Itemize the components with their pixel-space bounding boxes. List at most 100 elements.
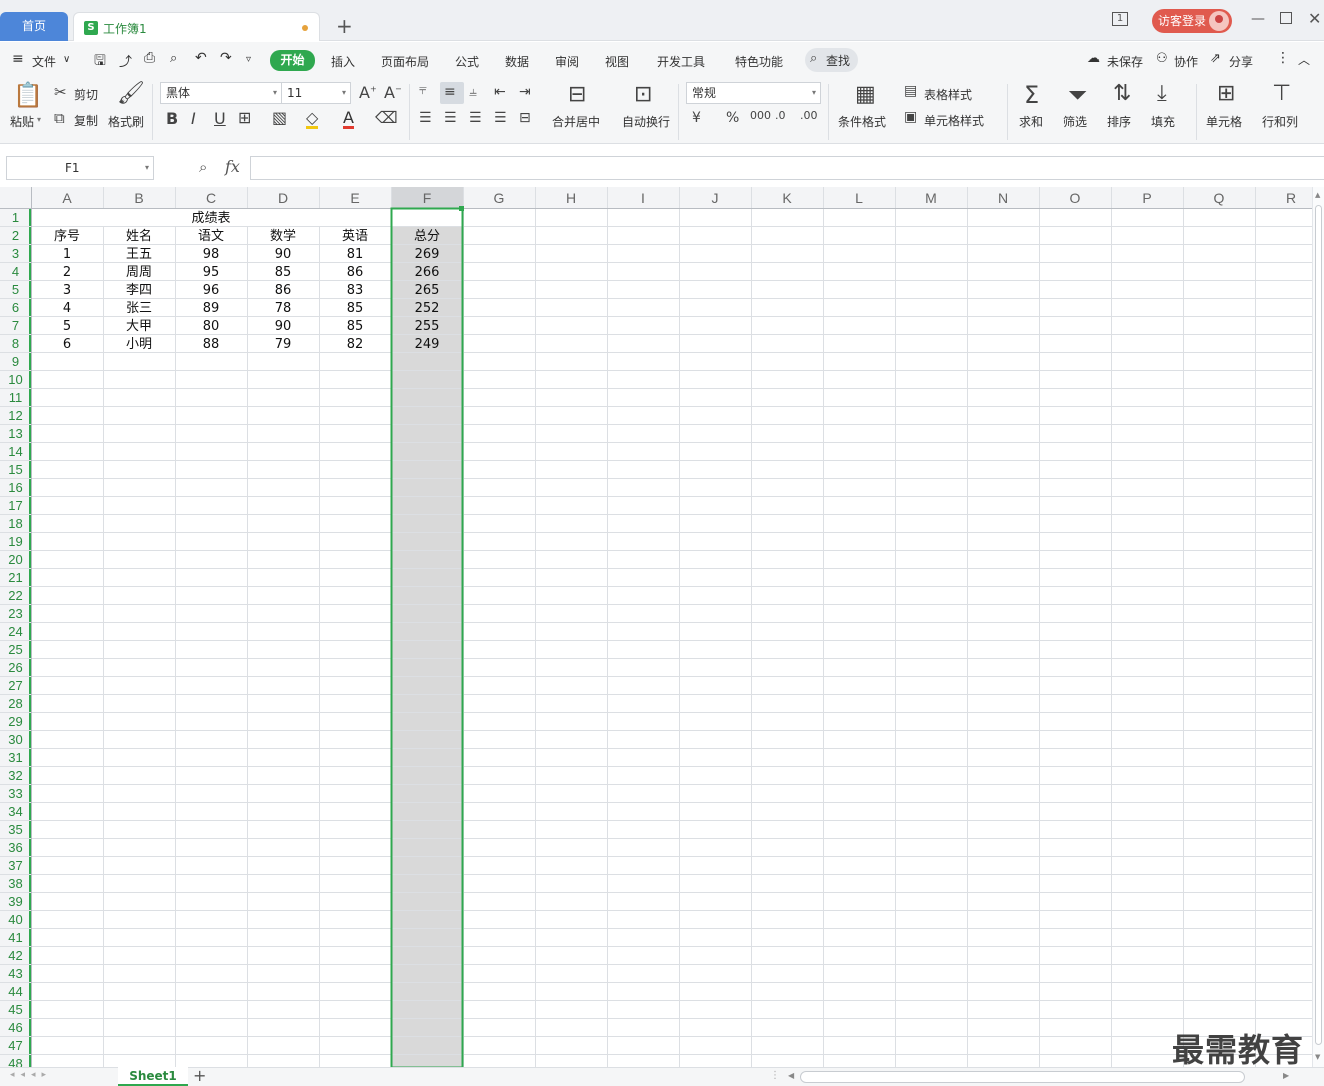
row-header[interactable]: 25 [8,642,22,657]
row-header[interactable]: 41 [8,930,22,945]
hamburger-icon[interactable]: ≡ [12,51,24,67]
column-header-j[interactable]: J [712,190,719,206]
column-header-c[interactable]: C [206,190,216,206]
menu-tab-data[interactable]: 数据 [505,53,529,70]
cell-button[interactable]: 单元格 [1206,113,1242,130]
column-header-q[interactable]: Q [1214,190,1225,206]
add-sheet-icon[interactable]: + [193,1066,206,1085]
row-header[interactable]: 40 [8,912,22,927]
split-handle-icon[interactable]: ⋮ [770,1070,780,1081]
sheet-tab-sheet1[interactable]: Sheet1 [118,1067,188,1086]
grid-canvas[interactable]: A B C D E F G H I J K L M N O P Q R1234567891011121314151… [0,187,1312,1067]
column-header-r[interactable]: R [1286,190,1296,206]
row-header[interactable]: 9 [12,354,19,369]
number-format-select[interactable]: 常规 ▾ [686,82,821,104]
fill-button[interactable]: 填充 [1151,113,1175,130]
login-button[interactable]: 访客登录 [1152,9,1232,33]
row-header[interactable]: 44 [8,984,22,999]
row-header[interactable]: 29 [8,714,22,729]
zoom-icon[interactable]: ⌕ [199,158,207,176]
fill-pattern-icon[interactable]: ▧ [272,110,287,126]
conditional-format-icon[interactable]: ▦ [855,84,876,106]
row-header[interactable]: 34 [8,804,22,819]
name-box[interactable]: F1 ▾ [6,156,154,180]
horizontal-scrollbar[interactable] [800,1071,1245,1083]
increase-decimal-icon[interactable]: .0 [775,110,786,121]
border-icon[interactable]: ⊞ [238,110,251,126]
row-col-icon[interactable]: ⊤ [1272,83,1291,105]
menu-tab-review[interactable]: 审阅 [555,53,579,70]
row-header[interactable]: 28 [8,696,22,711]
column-header-g[interactable]: G [494,190,505,206]
percent-icon[interactable]: % [726,111,739,125]
filter-icon[interactable]: ⏷ [1068,83,1087,107]
currency-icon[interactable]: ¥ [692,111,701,125]
row-header[interactable]: 26 [8,660,22,675]
thousands-icon[interactable]: 000 [750,110,771,121]
cell-style-icon[interactable]: ▣ [904,110,917,124]
fill-icon[interactable]: ⤓ [1157,83,1167,105]
wrap-text-icon[interactable]: ⊡ [634,84,652,106]
column-header-b[interactable]: B [134,190,143,206]
row-header[interactable]: 3 [12,246,19,261]
export-icon[interactable]: ⤴ [119,51,132,70]
row-header[interactable]: 15 [8,462,22,477]
fill-handle[interactable] [459,206,464,211]
align-right-icon[interactable]: ☰ [469,111,482,125]
minimize-icon[interactable]: — [1251,11,1265,27]
menu-tab-features[interactable]: 特色功能 [735,53,783,70]
menu-tab-page-layout[interactable]: 页面布局 [381,53,429,70]
row-header[interactable]: 12 [8,408,22,423]
align-left-icon[interactable]: ☰ [419,111,432,125]
menu-tab-formula[interactable]: 公式 [455,53,479,70]
print-preview-icon[interactable]: ⌕ [170,51,177,66]
row-header[interactable]: 37 [8,858,22,873]
row-header[interactable]: 7 [12,318,19,333]
sort-icon[interactable]: ⇅ [1113,83,1131,105]
filter-button[interactable]: 筛选 [1063,113,1087,130]
paste-button[interactable]: 粘贴 [10,113,34,130]
row-header[interactable]: 23 [8,606,22,621]
unsaved-status[interactable]: 未保存 [1107,53,1143,70]
increase-font-icon[interactable]: A+ [359,85,377,101]
row-header[interactable]: 5 [12,282,19,297]
menu-tab-developer[interactable]: 开发工具 [657,53,705,70]
align-bottom-icon[interactable]: ⫨ [469,85,477,99]
row-header[interactable]: 10 [8,372,22,387]
distributed-icon[interactable]: ⊟ [519,111,531,125]
row-header[interactable]: 17 [8,498,22,513]
column-header-l[interactable]: L [855,190,863,206]
spreadsheet-grid[interactable]: A B C D E F G H I J K L M N O P Q R 1 2 3 4 5 6 7 8 9 10 11 12 13 14 15 1… [0,187,1312,1067]
merge-center-button[interactable]: 合并居中 [552,113,600,130]
row-header[interactable]: 2 [12,228,19,243]
row-header[interactable]: 4 [12,264,19,279]
row-header[interactable]: 46 [8,1020,22,1035]
tab-workbook[interactable]: S 工作簿1 [73,12,320,41]
scroll-left-icon[interactable]: ◀ [788,1071,794,1080]
share-button[interactable]: 分享 [1229,53,1253,70]
menu-file[interactable]: 文件 [32,53,56,70]
file-chevron-down-icon[interactable]: ∨ [63,54,70,65]
cell-icon[interactable]: ⊞ [1217,83,1235,105]
row-header[interactable]: 39 [8,894,22,909]
align-middle-icon[interactable]: ≡ [444,85,456,99]
decrease-font-icon[interactable]: A− [384,85,402,101]
column-header-n[interactable]: N [998,190,1008,206]
row-header[interactable]: 20 [8,552,22,567]
window-count-icon[interactable]: 1 [1112,12,1128,26]
wrap-text-button[interactable]: 自动换行 [622,113,670,130]
row-header[interactable]: 32 [8,768,22,783]
row-header[interactable]: 21 [8,570,22,585]
menu-tab-insert[interactable]: 插入 [331,53,355,70]
column-header-p[interactable]: P [1142,190,1151,206]
collab-button[interactable]: 协作 [1174,53,1198,70]
font-size-select[interactable]: 11 ▾ [281,82,351,104]
save-icon[interactable]: 🖫 [94,50,106,74]
column-header-a[interactable]: A [62,190,72,206]
column-header-i[interactable]: I [641,190,645,206]
row-header[interactable]: 35 [8,822,22,837]
format-painter-button[interactable]: 格式刷 [108,113,144,130]
new-tab-plus-icon[interactable]: + [336,14,353,38]
row-header[interactable]: 19 [8,534,22,549]
row-header[interactable]: 36 [8,840,22,855]
